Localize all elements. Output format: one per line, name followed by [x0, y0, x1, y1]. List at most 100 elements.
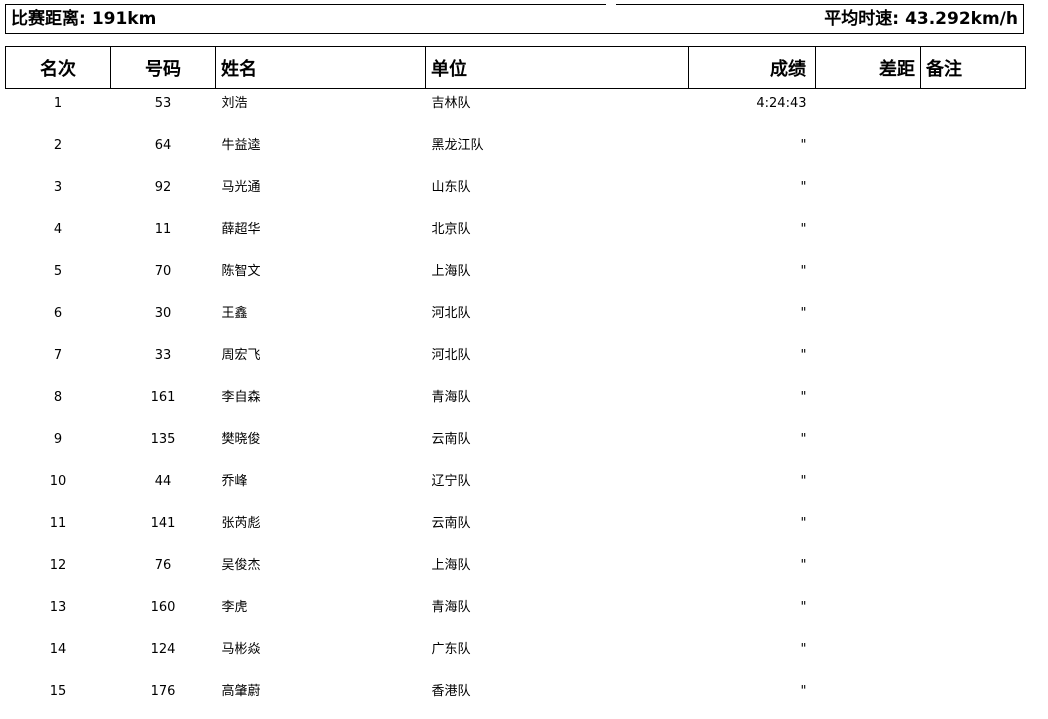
- cell-bib: 161: [150, 389, 176, 405]
- cell-bib: 53: [154, 96, 172, 111]
- results-table-body: 1 53 刘浩 吉林队 4:24:43 2 64 牛益逵 黑龙江队 " 3 92 马光通 山东队 " 4 11 薛…: [6, 89, 1026, 719]
- cell-time: ": [800, 641, 807, 657]
- cell-name: 乔峰: [221, 473, 248, 489]
- cell-rank: 8: [53, 389, 63, 405]
- cell-rank: 5: [53, 263, 63, 279]
- cell-name: 李虎: [221, 599, 248, 615]
- race-distance: 比赛距离: 191km: [11, 9, 156, 29]
- cell-bib: 33: [154, 347, 172, 363]
- cell-team: 云南队: [431, 515, 471, 531]
- cell-time: ": [800, 221, 807, 237]
- cell-rank: 2: [53, 137, 63, 153]
- cell-name: 李自森: [221, 389, 261, 405]
- cell-time: ": [800, 179, 807, 195]
- border-gap: [606, 4, 616, 6]
- cell-name: 薛超华: [221, 221, 261, 237]
- table-row: 5 70 陈智文 上海队 ": [6, 257, 1026, 299]
- cell-time: ": [800, 683, 807, 699]
- table-row: 3 92 马光通 山东队 ": [6, 173, 1026, 215]
- cell-bib: 176: [150, 683, 176, 699]
- average-speed: 平均时速: 43.292km/h: [824, 9, 1018, 29]
- cell-gap: [816, 425, 921, 467]
- cell-team: 山东队: [431, 179, 471, 195]
- cell-name: 周宏飞: [221, 347, 261, 363]
- table-row: 14 124 马彬焱 广东队 ": [6, 635, 1026, 677]
- cell-gap: [816, 257, 921, 299]
- table-row: 7 33 周宏飞 河北队 ": [6, 341, 1026, 383]
- cell-team: 河北队: [431, 347, 471, 363]
- cell-time: 4:24:43: [756, 96, 807, 111]
- cell-gap: [816, 677, 921, 719]
- cell-team: 上海队: [431, 557, 471, 573]
- cell-team: 广东队: [431, 641, 471, 657]
- cell-note: [921, 341, 1026, 383]
- cell-gap: [816, 593, 921, 635]
- cell-rank: 15: [49, 683, 67, 699]
- results-table: 名次 号码 姓名 单位 成绩 差距 备注 1 53 刘浩 吉林队 4:24:43 2 64 牛…: [5, 46, 1026, 719]
- cell-team: 河北队: [431, 305, 471, 321]
- cell-time: ": [800, 389, 807, 405]
- cell-name: 吴俊杰: [221, 557, 261, 573]
- column-header-time: 成绩: [688, 46, 816, 89]
- table-row: 10 44 乔峰 辽宁队 ": [6, 467, 1026, 509]
- table-row: 11 141 张芮彪 云南队 ": [6, 509, 1026, 551]
- race-distance-value: 191km: [91, 9, 157, 29]
- table-row: 15 176 高肇蔚 香港队 ": [6, 677, 1026, 719]
- cell-gap: [816, 215, 921, 257]
- cell-name: 马彬焱: [221, 641, 261, 657]
- table-row: 9 135 樊晓俊 云南队 ": [6, 425, 1026, 467]
- cell-bib: 76: [154, 557, 172, 573]
- cell-time: ": [800, 137, 807, 153]
- cell-team: 北京队: [431, 221, 471, 237]
- cell-note: [921, 131, 1026, 173]
- cell-gap: [816, 173, 921, 215]
- cell-name: 牛益逵: [221, 137, 261, 153]
- column-header-team: 单位: [425, 46, 689, 89]
- cell-time: ": [800, 263, 807, 279]
- cell-name: 高肇蔚: [221, 683, 261, 699]
- cell-team: 香港队: [431, 683, 471, 699]
- cell-time: ": [800, 599, 807, 615]
- table-row: 13 160 李虎 青海队 ": [6, 593, 1026, 635]
- cell-team: 吉林队: [431, 96, 471, 111]
- header-row: 名次 号码 姓名 单位 成绩 差距 备注: [5, 46, 1026, 89]
- cell-gap: [816, 131, 921, 173]
- average-speed-value: 43.292km/h: [905, 9, 1018, 29]
- cell-bib: 92: [154, 179, 172, 195]
- cell-gap: [816, 467, 921, 509]
- cell-note: [921, 89, 1026, 131]
- cell-gap: [816, 509, 921, 551]
- cell-bib: 141: [150, 515, 176, 531]
- average-speed-label: 平均时速:: [824, 9, 900, 29]
- cell-team: 上海队: [431, 263, 471, 279]
- cell-note: [921, 551, 1026, 593]
- cell-note: [921, 635, 1026, 677]
- table-row: 4 11 薛超华 北京队 ": [6, 215, 1026, 257]
- cell-name: 陈智文: [221, 263, 261, 279]
- cell-rank: 11: [49, 515, 67, 531]
- cell-rank: 12: [49, 557, 67, 573]
- cell-name: 张芮彪: [221, 515, 261, 531]
- cell-gap: [816, 89, 921, 131]
- cell-gap: [816, 383, 921, 425]
- cell-time: ": [800, 305, 807, 321]
- cell-bib: 11: [154, 221, 172, 237]
- cell-rank: 7: [53, 347, 63, 363]
- cell-name: 刘浩: [221, 96, 248, 111]
- race-distance-label: 比赛距离:: [11, 9, 86, 29]
- table-row: 12 76 吴俊杰 上海队 ": [6, 551, 1026, 593]
- cell-name: 樊晓俊: [221, 431, 261, 447]
- cell-time: ": [800, 347, 807, 363]
- cell-rank: 1: [53, 96, 63, 111]
- cell-note: [921, 299, 1026, 341]
- cell-time: ": [800, 515, 807, 531]
- cell-time: ": [800, 473, 807, 489]
- cell-note: [921, 509, 1026, 551]
- table-row: 8 161 李自森 青海队 ": [6, 383, 1026, 425]
- cell-note: [921, 257, 1026, 299]
- cell-rank: 9: [53, 431, 63, 447]
- cell-name: 王鑫: [221, 305, 248, 321]
- cell-note: [921, 677, 1026, 719]
- cell-note: [921, 467, 1026, 509]
- cell-rank: 10: [49, 473, 67, 489]
